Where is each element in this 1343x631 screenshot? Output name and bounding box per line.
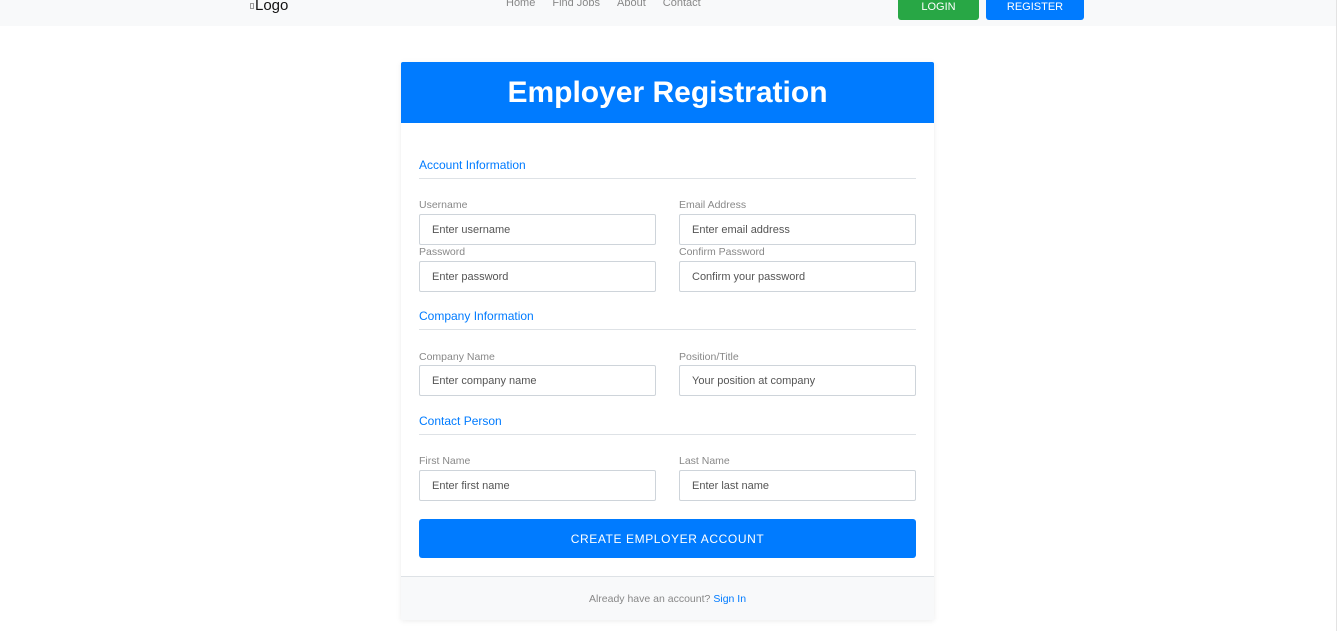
last-name-label: Last Name: [679, 455, 730, 467]
broken-image-icon: [250, 2, 254, 9]
top-navbar: Logo Home Find Jobs About Contact LOGIN …: [0, 0, 1336, 26]
password-input[interactable]: [419, 261, 656, 292]
email-label: Email Address: [679, 199, 747, 211]
confirm-password-label: Confirm Password: [679, 246, 765, 258]
registration-card: Employer Registration Account Informatio…: [401, 62, 934, 620]
footer-text: Already have an account?: [588, 592, 711, 605]
register-button[interactable]: REGISTER: [986, 0, 1084, 20]
company-name-input[interactable]: [419, 365, 656, 396]
create-account-button[interactable]: CREATE EMPLOYER ACCOUNT: [419, 519, 916, 558]
username-label: Username: [419, 199, 468, 211]
first-name-input[interactable]: [419, 470, 656, 501]
card-footer: Already have an account? Sign In: [401, 576, 934, 620]
email-input[interactable]: [679, 214, 916, 245]
company-name-label: Company Name: [419, 351, 495, 363]
nav-links: Home Find Jobs About Contact: [506, 0, 718, 9]
logo[interactable]: Logo: [250, 0, 288, 14]
section-contact-person: Contact Person: [419, 414, 916, 435]
scrollbar[interactable]: [1336, 0, 1343, 631]
page-title: Employer Registration: [401, 62, 934, 123]
nav-link-about[interactable]: About: [617, 0, 646, 9]
nav-link-home[interactable]: Home: [506, 0, 535, 9]
position-input[interactable]: [679, 365, 916, 396]
nav-link-contact[interactable]: Contact: [663, 0, 701, 9]
position-label: Position/Title: [679, 351, 739, 363]
confirm-password-input[interactable]: [679, 261, 916, 292]
password-label: Password: [419, 246, 466, 258]
section-company-information: Company Information: [419, 309, 916, 330]
first-name-label: First Name: [419, 455, 471, 467]
logo-alt-text: Logo: [255, 0, 289, 14]
nav-link-find-jobs[interactable]: Find Jobs: [552, 0, 600, 9]
sign-in-link[interactable]: Sign In: [713, 593, 746, 605]
section-account-information: Account Information: [419, 158, 916, 179]
username-input[interactable]: [419, 214, 656, 245]
last-name-input[interactable]: [679, 470, 916, 501]
login-button[interactable]: LOGIN: [898, 0, 979, 20]
